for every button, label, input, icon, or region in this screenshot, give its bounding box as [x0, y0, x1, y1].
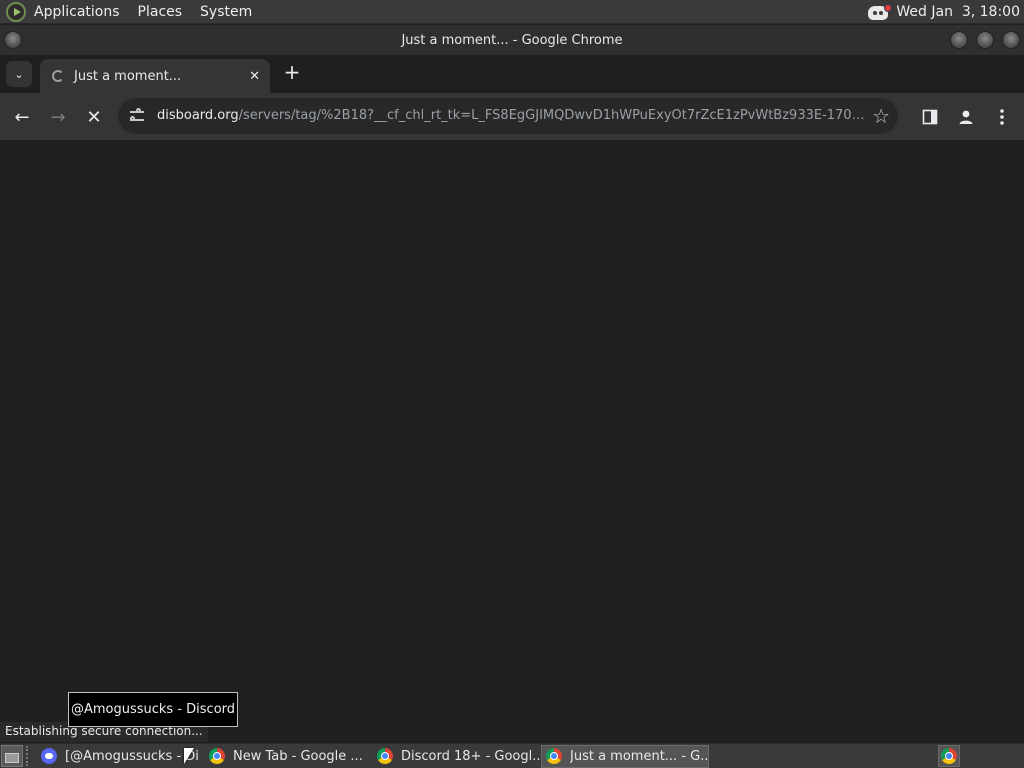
- page-content: [0, 140, 1024, 742]
- browser-toolbar: ← → ✕ disboard.org/servers/tag/%2B18?__c…: [0, 93, 1024, 140]
- side-panel-button[interactable]: [918, 105, 942, 129]
- task-discord[interactable]: [@Amogussucks - Di: [37, 745, 205, 768]
- task-label: [@Amogussucks - Di: [65, 748, 199, 764]
- tab-active[interactable]: Just a moment... ✕: [40, 59, 270, 93]
- window-menu-button[interactable]: [4, 31, 22, 49]
- system-menu[interactable]: System: [200, 4, 252, 20]
- window-title: Just a moment... - Google Chrome: [401, 32, 623, 48]
- task-label: Discord 18+ - Googl...: [401, 748, 541, 764]
- chrome-icon: [941, 748, 957, 764]
- window-titlebar[interactable]: Just a moment... - Google Chrome: [0, 25, 1024, 55]
- address-bar[interactable]: disboard.org/servers/tag/%2B18?__cf_chl_…: [118, 98, 898, 134]
- chrome-icon: [546, 748, 562, 764]
- panel-handle[interactable]: [26, 746, 34, 766]
- task-just-a-moment[interactable]: Just a moment... - G...: [541, 744, 709, 768]
- chrome-icon: [377, 748, 393, 764]
- task-label: Just a moment... - G...: [570, 748, 708, 764]
- forward-arrow-icon[interactable]: →: [46, 105, 70, 129]
- chevron-down-icon: ⌄: [14, 67, 24, 81]
- chrome-icon: [209, 748, 225, 764]
- discord-tray-icon[interactable]: [868, 3, 893, 20]
- tab-close-icon[interactable]: ✕: [249, 69, 260, 84]
- discord-icon: [41, 748, 57, 764]
- task-label: New Tab - Google ...: [233, 748, 363, 764]
- show-desktop-button[interactable]: [1, 745, 23, 767]
- tab-search-button[interactable]: ⌄: [6, 61, 32, 87]
- maximize-button[interactable]: [976, 31, 994, 49]
- profile-avatar-icon: [959, 110, 973, 124]
- close-window-button[interactable]: [1002, 31, 1020, 49]
- notification-dot-icon: [884, 3, 893, 12]
- task-new-tab[interactable]: New Tab - Google ...: [205, 745, 373, 768]
- profile-button[interactable]: [954, 105, 978, 129]
- chrome-tray-button[interactable]: [938, 745, 960, 767]
- tab-strip: ⌄ Just a moment... ✕ +: [0, 55, 1024, 93]
- bottom-taskbar: [@Amogussucks - Di New Tab - Google ... …: [0, 743, 1024, 768]
- places-menu[interactable]: Places: [138, 4, 183, 20]
- site-settings-icon[interactable]: [128, 107, 146, 125]
- stop-loading-icon[interactable]: ✕: [82, 105, 106, 129]
- chrome-menu-button[interactable]: [990, 105, 1014, 129]
- applications-menu[interactable]: Applications: [34, 4, 120, 20]
- new-tab-button[interactable]: +: [282, 62, 302, 83]
- distro-logo-icon[interactable]: [6, 1, 26, 22]
- loading-spinner-icon: [52, 70, 64, 82]
- top-panel: Applications Places System Wed Jan 3, 18…: [0, 0, 1024, 24]
- url-host: disboard.org: [157, 108, 239, 123]
- url-path: /servers/tag/%2B18?__cf_chl_rt_tk=L_FS8E…: [238, 108, 865, 123]
- taskbar-tooltip: @Amogussucks - Discord: [68, 692, 238, 727]
- mouse-cursor-icon: [184, 748, 194, 764]
- side-panel-icon: [922, 109, 938, 125]
- task-discord-18[interactable]: Discord 18+ - Googl...: [373, 745, 541, 768]
- bookmark-star-icon[interactable]: ☆: [872, 104, 890, 128]
- panel-clock[interactable]: Wed Jan 3, 18:00: [896, 4, 1020, 20]
- url-text[interactable]: disboard.org/servers/tag/%2B18?__cf_chl_…: [157, 108, 865, 123]
- desktop-icon: [5, 753, 19, 763]
- minimize-button[interactable]: [950, 31, 968, 49]
- back-arrow-icon[interactable]: ←: [10, 105, 34, 129]
- tab-title: Just a moment...: [74, 68, 182, 84]
- kebab-menu-icon: [1000, 109, 1004, 125]
